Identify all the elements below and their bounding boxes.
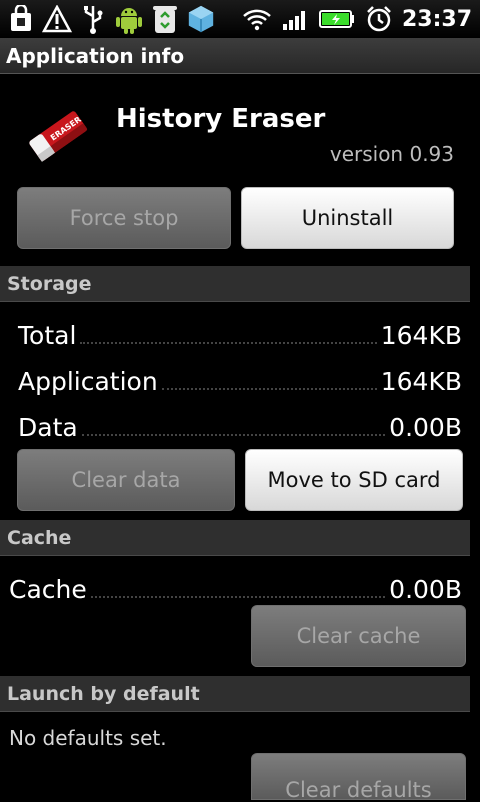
storage-row-total: Total 164KB	[18, 314, 462, 350]
recycle-icon	[150, 4, 180, 34]
cache-section-header: Cache	[0, 520, 470, 556]
cache-row: Cache 0.00B	[9, 568, 462, 604]
no-defaults-text: No defaults set.	[9, 726, 167, 750]
system-icons[interactable]: 23:37	[242, 4, 480, 34]
clear-cache-button[interactable]: Clear cache	[251, 605, 466, 667]
dotted-leader	[90, 596, 386, 598]
app-version: version 0.93	[329, 142, 454, 166]
storage-row-value: 164KB	[380, 367, 462, 396]
cache-row-label: Cache	[9, 575, 87, 604]
signal-icon	[280, 4, 310, 34]
dotted-leader	[161, 388, 377, 390]
uninstall-button[interactable]: Uninstall	[241, 187, 454, 249]
cube-icon	[186, 4, 216, 34]
bag-icon	[6, 4, 36, 34]
storage-row-data: Data 0.00B	[18, 406, 462, 442]
app-header: ERASER History Eraser version 0.93	[0, 74, 480, 184]
android-icon	[114, 4, 144, 34]
storage-row-application: Application 164KB	[18, 360, 462, 396]
cache-row-value: 0.00B	[389, 575, 462, 604]
clear-defaults-button[interactable]: Clear defaults	[251, 753, 466, 802]
move-to-sd-card-button[interactable]: Move to SD card	[245, 449, 463, 511]
notification-icons[interactable]	[0, 4, 216, 34]
clock-time: 23:37	[401, 6, 472, 32]
eraser-icon: ERASER	[24, 102, 92, 170]
storage-row-label: Total	[18, 321, 77, 350]
clear-data-button[interactable]: Clear data	[17, 449, 235, 511]
warning-icon	[42, 4, 72, 34]
app-name: History Eraser	[116, 104, 326, 134]
dotted-leader	[81, 434, 386, 436]
title-bar: Application info	[0, 38, 480, 74]
alarm-icon	[364, 4, 394, 34]
wifi-icon	[242, 4, 272, 34]
storage-row-label: Application	[18, 367, 158, 396]
force-stop-button[interactable]: Force stop	[17, 187, 231, 249]
dotted-leader	[80, 342, 377, 344]
storage-row-value: 164KB	[380, 321, 462, 350]
storage-row-label: Data	[18, 413, 78, 442]
status-bar: 23:37	[0, 0, 480, 38]
storage-section-header: Storage	[0, 266, 470, 302]
usb-icon	[78, 4, 108, 34]
battery-charging-icon	[318, 4, 356, 34]
storage-row-value: 0.00B	[389, 413, 462, 442]
launch-default-section-header: Launch by default	[0, 676, 470, 712]
